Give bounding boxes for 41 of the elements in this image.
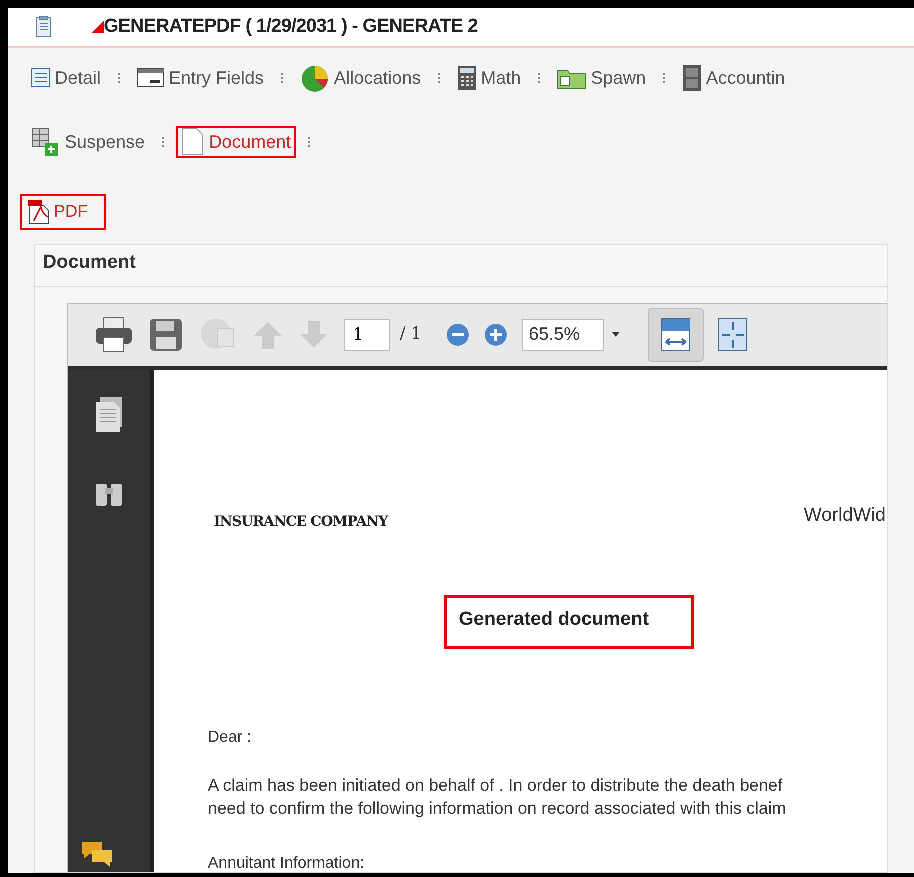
calculator-icon xyxy=(457,65,478,91)
company-name: INSURANCE COMPANY xyxy=(214,512,388,532)
table-plus-icon xyxy=(31,127,61,157)
zoom-field[interactable]: 65.5% xyxy=(522,318,604,350)
tab[interactable]: Suspense xyxy=(26,126,150,158)
fit-width-button[interactable] xyxy=(648,308,704,362)
tab[interactable]: Entry Fields xyxy=(132,62,270,94)
page-icon xyxy=(181,127,206,157)
print-icon[interactable] xyxy=(94,316,134,354)
fit-page-icon[interactable] xyxy=(718,318,748,352)
zoom-in-icon[interactable] xyxy=(484,322,508,346)
window-title: GENERATEPDF ( 1/29/2031 ) - GENERATE 2 xyxy=(104,14,478,39)
page-count: / 1 xyxy=(400,322,422,346)
tab[interactable]: Math xyxy=(452,62,526,94)
form-icon xyxy=(137,68,166,88)
pdf-button[interactable]: PDF xyxy=(20,194,106,230)
panel-title: Document xyxy=(35,245,887,286)
comments-icon xyxy=(80,840,114,870)
list-icon xyxy=(31,68,51,88)
save-icon[interactable] xyxy=(148,316,184,352)
tab[interactable]: Detail xyxy=(26,62,106,94)
triangle-icon xyxy=(92,21,104,33)
brand-name: WorldWid xyxy=(804,504,886,528)
clipboard-icon xyxy=(36,16,52,38)
caret-icon[interactable] xyxy=(612,332,620,337)
tab[interactable]: Allocations xyxy=(295,62,426,94)
section-heading: Annuitant Information: xyxy=(208,854,365,873)
greeting-text: Dear : xyxy=(208,728,252,748)
page-number-field[interactable]: 1 xyxy=(344,318,390,350)
tab[interactable]: Document xyxy=(176,126,296,158)
fit-width-icon xyxy=(660,318,691,352)
zoom-out-icon[interactable] xyxy=(446,322,470,346)
body-paragraph: A claim has been initiated on behalf of . In order to distribute the death benef need to confirm the following information on record associated with this claim xyxy=(208,774,786,820)
pages-icon xyxy=(94,396,124,434)
document-heading: Generated document xyxy=(444,594,694,648)
pie-chart-icon xyxy=(300,63,330,93)
tab[interactable]: Spawn xyxy=(552,62,652,94)
pdf-icon xyxy=(26,199,52,225)
tab[interactable]: Accountin xyxy=(677,62,790,94)
arrow-down-icon xyxy=(298,318,330,350)
cabinet-icon xyxy=(682,64,702,92)
